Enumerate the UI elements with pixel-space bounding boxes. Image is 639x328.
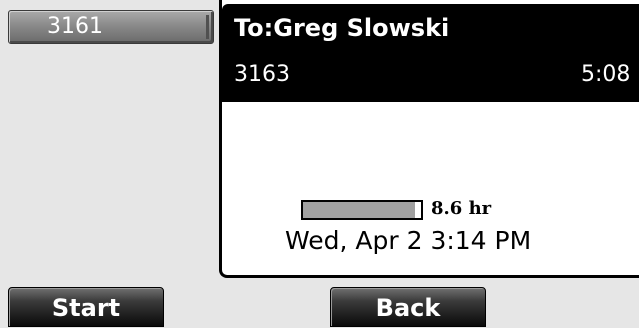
call-number: 3163 [234,62,290,87]
line-key-3161[interactable]: 3161 [8,10,214,44]
line-key-label: 3161 [47,14,103,39]
back-softkey-label: Back [375,294,441,322]
date-time: Wed, Apr 2 3:14 PM [285,226,532,255]
back-softkey[interactable]: Back [330,287,486,327]
battery-remaining: 8.6 hr [431,198,492,219]
line-key-edge [206,15,209,39]
battery-fill [303,202,416,218]
call-panel: To:Greg Slowski 3163 5:08 8.6 hr Wed, Ap… [219,0,639,278]
battery-bar [301,200,423,220]
start-softkey[interactable]: Start [8,287,164,327]
start-softkey-label: Start [51,294,121,322]
call-duration: 5:08 [581,62,631,87]
call-recipient: To:Greg Slowski [234,14,450,42]
call-header: To:Greg Slowski 3163 5:08 [222,4,639,102]
